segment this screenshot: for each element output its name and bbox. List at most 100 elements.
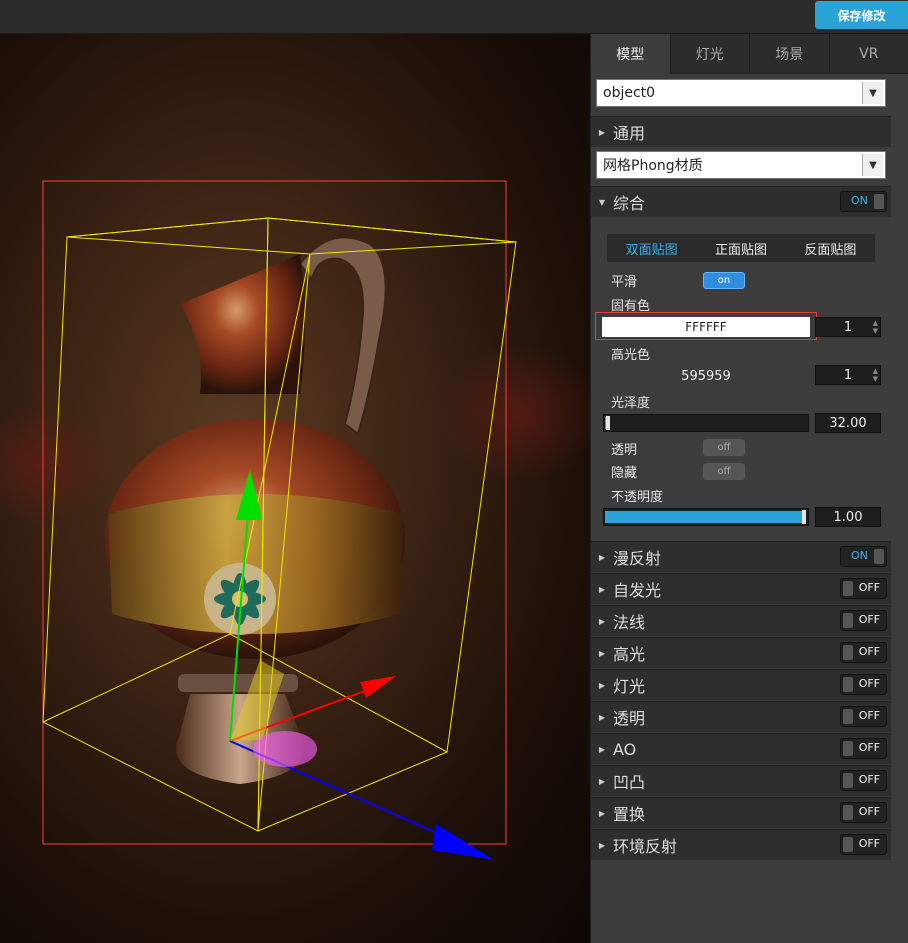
object-select[interactable]: object0 ▼ <box>596 79 886 107</box>
shininess-label: 光泽度 <box>611 396 651 411</box>
toggle-knob <box>843 645 853 660</box>
opacity-input[interactable]: 1.00 <box>815 507 881 527</box>
tab-model[interactable]: 模型 <box>591 34 671 74</box>
caret-right-icon: ▶ <box>598 744 606 754</box>
section-title: 自发光 <box>613 581 662 600</box>
toggle-knob <box>874 194 884 209</box>
toggle-label: OFF <box>858 645 880 658</box>
spinner-arrows-icon[interactable]: ▲ ▼ <box>873 319 878 335</box>
ao-toggle[interactable]: OFF <box>840 738 887 759</box>
displacement-toggle[interactable]: OFF <box>840 802 887 823</box>
section-title: 法线 <box>613 613 646 632</box>
transparent-toggle[interactable]: off <box>703 439 745 456</box>
slider-thumb[interactable] <box>802 510 806 524</box>
lighting-toggle[interactable]: OFF <box>840 674 887 695</box>
properties-panel: 模型 灯光 场景 VR object0 ▼ ▶ 通用 网格Phong材质 ▼ ▼… <box>590 34 908 943</box>
section-composite[interactable]: ▼ 综合 ON <box>591 186 891 217</box>
toggle-knob <box>843 581 853 596</box>
bump-toggle[interactable]: OFF <box>840 770 887 791</box>
section-env-reflection[interactable]: ▶ 环境反射 OFF <box>591 829 891 860</box>
smooth-toggle[interactable]: on <box>703 272 745 289</box>
vase-neck <box>180 254 305 394</box>
toggle-knob <box>843 741 853 756</box>
section-title: 综合 <box>613 194 646 213</box>
emissive-toggle[interactable]: OFF <box>840 578 887 599</box>
specular-color-intensity-input[interactable]: 1 ▲ ▼ <box>815 365 881 385</box>
caret-right-icon: ▶ <box>598 127 606 137</box>
section-ao[interactable]: ▶ AO OFF <box>591 733 891 764</box>
hidden-label: 隐藏 <box>611 466 638 481</box>
tab-back-side[interactable]: 反面贴图 <box>786 234 875 262</box>
background-blossom <box>440 344 590 484</box>
tab-lights[interactable]: 灯光 <box>670 34 750 74</box>
base-color-intensity-input[interactable]: 1 ▲ ▼ <box>815 317 881 337</box>
caret-right-icon: ▶ <box>598 552 606 562</box>
material-select-value: 网格Phong材质 <box>603 158 703 174</box>
section-general[interactable]: ▶ 通用 <box>591 116 891 147</box>
slider-thumb[interactable] <box>606 416 610 430</box>
slider-fill <box>605 511 803 523</box>
section-emissive[interactable]: ▶ 自发光 OFF <box>591 573 891 604</box>
save-changes-button[interactable]: 保存修改 <box>815 1 908 29</box>
toggle-label: ON <box>851 194 868 207</box>
transparency-toggle[interactable]: OFF <box>840 706 887 727</box>
vase-handle <box>298 236 387 436</box>
gizmo-x-arrow-icon[interactable] <box>360 676 396 698</box>
section-bump[interactable]: ▶ 凹凸 OFF <box>591 765 891 796</box>
map-side-tabs: 双面贴图 正面贴图 反面贴图 <box>607 234 875 262</box>
caret-right-icon: ▶ <box>598 840 606 850</box>
caret-right-icon: ▶ <box>598 712 606 722</box>
normal-toggle[interactable]: OFF <box>840 610 887 631</box>
section-normal[interactable]: ▶ 法线 OFF <box>591 605 891 636</box>
section-transparency[interactable]: ▶ 透明 OFF <box>591 701 891 732</box>
gizmo-z-arrow-icon[interactable] <box>432 824 494 860</box>
section-specular[interactable]: ▶ 高光 OFF <box>591 637 891 668</box>
toggle-label: OFF <box>858 709 880 722</box>
object-select-value: object0 <box>603 85 656 101</box>
section-title: 高光 <box>613 645 646 664</box>
base-color-intensity-value: 1 <box>843 319 853 335</box>
gizmo-plane-handle[interactable] <box>253 731 317 767</box>
env-reflection-toggle[interactable]: OFF <box>840 834 887 855</box>
tab-double-sided[interactable]: 双面贴图 <box>607 234 696 262</box>
3d-viewport[interactable] <box>0 34 590 943</box>
specular-color-swatch[interactable]: 595959 <box>602 366 810 386</box>
tab-vr[interactable]: VR <box>829 34 908 74</box>
tab-scene[interactable]: 场景 <box>750 34 830 74</box>
opacity-label: 不透明度 <box>611 490 664 505</box>
caret-right-icon: ▶ <box>598 776 606 786</box>
shininess-slider[interactable] <box>603 414 809 432</box>
toggle-knob <box>843 677 853 692</box>
scene-canvas[interactable] <box>0 34 590 943</box>
section-displacement[interactable]: ▶ 置换 OFF <box>591 797 891 828</box>
section-title: 漫反射 <box>613 549 662 568</box>
panel-tabs: 模型 灯光 场景 VR <box>591 34 908 74</box>
material-select[interactable]: 网格Phong材质 ▼ <box>596 151 886 179</box>
toggle-label: OFF <box>858 741 880 754</box>
section-lighting[interactable]: ▶ 灯光 OFF <box>591 669 891 700</box>
toggle-label: OFF <box>858 581 880 594</box>
opacity-slider[interactable] <box>603 508 809 526</box>
specular-toggle[interactable]: OFF <box>840 642 887 663</box>
smooth-label: 平滑 <box>611 275 638 290</box>
specular-color-intensity-value: 1 <box>843 367 853 383</box>
top-bar: 保存修改 <box>0 0 908 34</box>
caret-right-icon: ▶ <box>598 616 606 626</box>
section-diffuse[interactable]: ▶ 漫反射 ON <box>591 541 891 572</box>
toggle-label: OFF <box>858 837 880 850</box>
toggle-knob <box>843 837 853 852</box>
shininess-input[interactable]: 32.00 <box>815 413 881 433</box>
section-title: 通用 <box>613 124 646 143</box>
toggle-knob <box>843 773 853 788</box>
spinner-arrows-icon[interactable]: ▲ ▼ <box>873 367 878 383</box>
section-title: 透明 <box>613 709 646 728</box>
section-title: AO <box>613 739 637 759</box>
tab-front-side[interactable]: 正面贴图 <box>696 234 785 262</box>
diffuse-toggle[interactable]: ON <box>840 546 887 567</box>
composite-toggle[interactable]: ON <box>840 191 887 212</box>
base-color-swatch[interactable]: FFFFFF <box>602 317 810 337</box>
section-title: 环境反射 <box>613 837 678 856</box>
toggle-knob <box>874 549 884 564</box>
hidden-toggle[interactable]: off <box>703 463 745 480</box>
caret-right-icon: ▶ <box>598 808 606 818</box>
